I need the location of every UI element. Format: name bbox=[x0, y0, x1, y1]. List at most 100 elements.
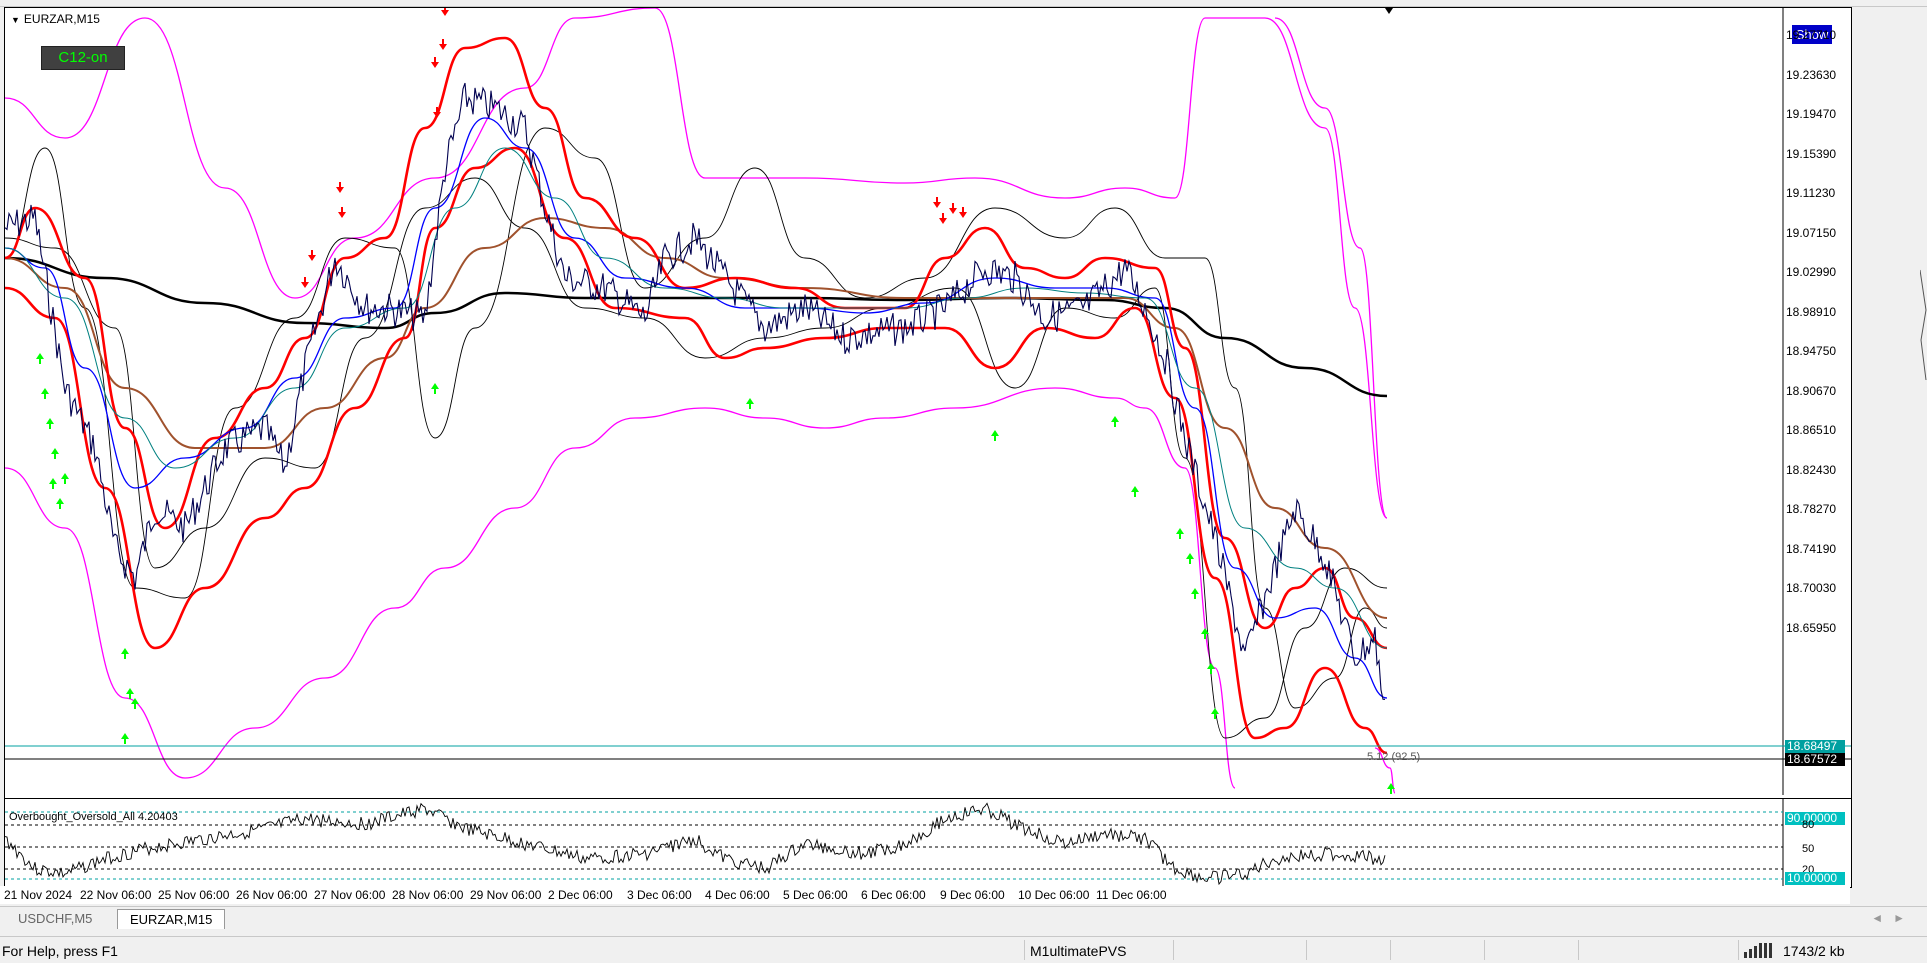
time-axis-label: 22 Nov 06:00 bbox=[80, 888, 152, 902]
status-separator bbox=[1578, 940, 1579, 960]
sell-arrow-icon bbox=[441, 8, 449, 16]
time-axis-label: 29 Nov 06:00 bbox=[470, 888, 542, 902]
price-chart-canvas[interactable] bbox=[5, 8, 1851, 795]
price-axis-label: 18.74190 bbox=[1786, 541, 1837, 556]
sell-arrow-icon bbox=[959, 207, 967, 218]
time-axis-label: 6 Dec 06:00 bbox=[861, 888, 926, 902]
buy-arrow-icon bbox=[746, 398, 754, 409]
buy-arrow-icon bbox=[991, 430, 999, 441]
buy-arrow-icon bbox=[1111, 416, 1119, 427]
help-text: For Help, press F1 bbox=[2, 943, 118, 959]
oscillator-level-80: 80 bbox=[1802, 819, 1815, 831]
price-axis-label: 19.27710 bbox=[1786, 28, 1837, 42]
time-axis-label: 3 Dec 06:00 bbox=[627, 888, 692, 902]
price-axis-label: 19.07150 bbox=[1786, 225, 1837, 240]
price-axis-label: 18.82430 bbox=[1786, 462, 1837, 477]
time-axis-label: 9 Dec 06:00 bbox=[940, 888, 1005, 902]
time-axis-label: 27 Nov 06:00 bbox=[314, 888, 386, 902]
buy-arrow-icon bbox=[61, 473, 69, 484]
sell-arrow-icon bbox=[301, 277, 309, 288]
price-axis-label: 18.65950 bbox=[1786, 620, 1837, 635]
status-separator bbox=[1306, 940, 1307, 960]
price-axis-label: 19.19470 bbox=[1786, 107, 1837, 121]
buy-arrow-icon bbox=[121, 733, 129, 744]
sell-arrow-icon bbox=[939, 213, 947, 224]
oscillator-low-tag: 10.00000 bbox=[1785, 872, 1845, 885]
status-separator bbox=[1738, 940, 1739, 960]
oscillator-pane[interactable]: Overbought_Oversold_All 4.20403 90.00000… bbox=[5, 798, 1851, 888]
oscillator-title: Overbought_Oversold_All 4.20403 bbox=[9, 811, 178, 823]
buy-arrow-icon bbox=[41, 388, 49, 399]
time-axis-label: 21 Nov 2024 bbox=[4, 888, 73, 902]
buy-arrow-icon bbox=[1186, 553, 1194, 564]
buy-arrow-icon bbox=[1131, 486, 1139, 497]
time-axis-label: 28 Nov 06:00 bbox=[392, 888, 464, 902]
price-axis-label: 19.11230 bbox=[1786, 186, 1836, 200]
time-axis-label: 2 Dec 06:00 bbox=[548, 888, 613, 902]
toolbar-strip bbox=[0, 0, 1927, 7]
buy-arrow-icon bbox=[1211, 708, 1219, 719]
oscillator-high-tag: 90.00000 bbox=[1785, 812, 1845, 825]
time-axis-label: 4 Dec 06:00 bbox=[705, 888, 770, 902]
upper-envelope-line bbox=[5, 8, 1388, 519]
buy-arrow-icon bbox=[126, 688, 134, 699]
time-axis-label: 26 Nov 06:00 bbox=[236, 888, 308, 902]
price-axis-label: 18.70030 bbox=[1786, 581, 1837, 595]
oscillator-line bbox=[5, 802, 1386, 886]
price-line bbox=[5, 82, 1386, 700]
price-axis-label: 18.94750 bbox=[1786, 344, 1837, 358]
status-separator bbox=[1390, 940, 1391, 960]
oscillator-canvas[interactable] bbox=[5, 799, 1851, 888]
tab-usdchf-m5[interactable]: USDCHF,M5 bbox=[6, 909, 104, 928]
oscillator-level-50: 50 bbox=[1802, 843, 1815, 855]
right-edge-splitter[interactable] bbox=[1919, 250, 1927, 400]
ask-price-tag: 18.67572 bbox=[1785, 753, 1845, 766]
teal-ma-line bbox=[5, 147, 1388, 649]
connection-bars-icon bbox=[1744, 942, 1776, 961]
chart-window[interactable]: ▼ EURZAR,M15 C12-on Show 19.27710 19.23630… bbox=[4, 7, 1852, 888]
status-separator bbox=[1484, 940, 1485, 960]
sell-arrow-icon bbox=[308, 250, 316, 261]
buy-arrow-icon bbox=[121, 648, 129, 659]
top-marker-icon bbox=[1385, 8, 1393, 14]
buy-arrow-icon bbox=[431, 383, 439, 394]
envelope-line bbox=[1274, 17, 1388, 519]
price-axis-label: 18.90670 bbox=[1786, 383, 1837, 398]
time-axis-label: 11 Dec 06:00 bbox=[1096, 888, 1167, 902]
upper-red-band bbox=[5, 36, 1388, 650]
price-axis-label: 18.86510 bbox=[1786, 423, 1837, 437]
price-axis-label: 18.78270 bbox=[1786, 502, 1837, 516]
status-separator bbox=[1173, 940, 1174, 960]
time-axis-label: 25 Nov 06:00 bbox=[158, 888, 230, 902]
tab-scroll-arrows-icon[interactable]: ◄► bbox=[1871, 911, 1915, 925]
buy-arrow-icon bbox=[46, 418, 54, 429]
time-axis-label: 10 Dec 06:00 bbox=[1018, 888, 1090, 902]
sell-arrow-icon bbox=[338, 207, 346, 218]
buy-arrow-icon bbox=[51, 448, 59, 459]
dropdown-triangle-icon[interactable]: ▼ bbox=[11, 15, 20, 25]
buy-arrow-icon bbox=[49, 478, 57, 489]
chart-symbol-title: ▼ EURZAR,M15 bbox=[11, 12, 100, 26]
profile-name: M1ultimatePVS bbox=[1030, 943, 1127, 959]
buy-arrow-icon bbox=[56, 498, 64, 509]
buy-arrow-icon bbox=[36, 353, 44, 364]
time-axis: 21 Nov 2024 22 Nov 06:00 25 Nov 06:00 26 No… bbox=[0, 886, 1850, 904]
tab-eurzar-m15[interactable]: EURZAR,M15 bbox=[117, 909, 226, 929]
price-axis-label: 19.02990 bbox=[1786, 265, 1837, 279]
distance-label: 5.12 (92.5) bbox=[1367, 751, 1421, 763]
buy-arrow-icon bbox=[1387, 783, 1395, 794]
traffic-text: 1743/2 kb bbox=[1783, 943, 1845, 959]
c12-toggle-button[interactable]: C12-on bbox=[41, 46, 125, 70]
status-separator bbox=[1024, 940, 1025, 960]
price-axis-label: 19.23630 bbox=[1786, 67, 1837, 82]
sell-arrow-icon bbox=[933, 197, 941, 208]
symbol-title-text: EURZAR,M15 bbox=[23, 12, 100, 26]
price-axis-label: 18.98910 bbox=[1786, 304, 1837, 319]
buy-arrow-icon bbox=[1176, 528, 1184, 539]
sell-arrow-icon bbox=[949, 203, 957, 214]
main-chart-pane[interactable]: ▼ EURZAR,M15 C12-on Show 19.27710 19.23630… bbox=[5, 8, 1851, 795]
buy-arrow-icon bbox=[1191, 588, 1199, 599]
sell-arrow-icon bbox=[431, 57, 439, 68]
chart-tabs-bar: USDCHF,M5 EURZAR,M15 ◄► bbox=[0, 906, 1927, 930]
sell-arrow-icon bbox=[439, 39, 447, 50]
